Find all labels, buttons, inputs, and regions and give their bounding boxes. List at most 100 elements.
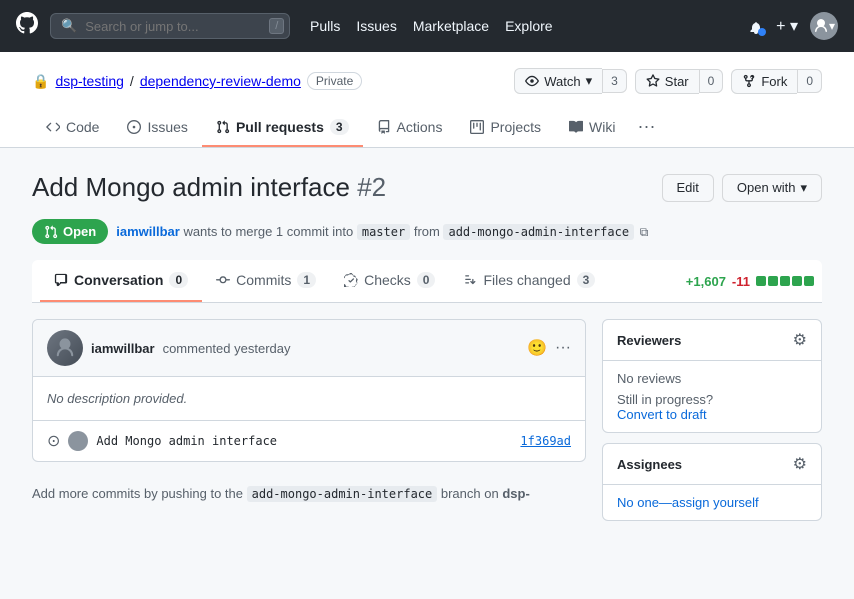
main-content: Add Mongo admin interface #2 Edit Open w… (0, 148, 854, 555)
tab-pull-requests[interactable]: Pull requests 3 (202, 109, 363, 147)
commit-author-avatar (68, 431, 88, 451)
pr-tab-checks[interactable]: Checks 0 (330, 260, 449, 302)
pr-tab-conversation-count: 0 (169, 272, 188, 288)
top-navigation: 🔍 / Pulls Issues Marketplace Explore + ▾… (0, 0, 854, 52)
diff-bar (756, 276, 814, 286)
pr-author-link[interactable]: iamwillbar (116, 224, 180, 239)
commit-message: Add Mongo admin interface (96, 434, 277, 448)
star-count[interactable]: 0 (699, 69, 724, 93)
reviewers-in-progress: Still in progress? Convert to draft (617, 392, 807, 422)
tab-issues-label: Issues (147, 119, 187, 135)
nav-pulls[interactable]: Pulls (310, 18, 340, 34)
nav-explore[interactable]: Explore (505, 18, 552, 34)
nav-right: + ▾ ▾ (748, 12, 838, 40)
pr-tab-files-count: 3 (577, 272, 596, 288)
pr-meta: iamwillbar wants to merge 1 commit into … (116, 224, 648, 240)
pr-main: iamwillbar commented yesterday 🙂 ··· No … (32, 319, 586, 531)
pr-tab-checks-label: Checks (364, 272, 411, 288)
pr-tab-files-changed[interactable]: Files changed 3 (449, 260, 609, 302)
footer-repo-strong: dsp- (502, 486, 529, 501)
open-with-button[interactable]: Open with ▾ (722, 174, 822, 202)
tab-actions[interactable]: Actions (363, 109, 457, 147)
notification-dot (758, 28, 766, 36)
tab-code-label: Code (66, 119, 99, 135)
assignees-gear-button[interactable]: ⚙ (793, 454, 807, 474)
watch-button[interactable]: Watch ▾ (514, 68, 602, 94)
slash-shortcut: / (269, 18, 284, 34)
assignees-label: Assignees (617, 457, 682, 472)
pr-sidebar: Reviewers ⚙ No reviews Still in progress… (602, 319, 822, 531)
repo-owner-link[interactable]: dsp-testing (55, 73, 123, 89)
tab-wiki[interactable]: Wiki (555, 109, 629, 147)
pr-base-branch: master (357, 224, 410, 240)
avatar[interactable]: ▾ (810, 12, 838, 40)
pr-status-row: Open iamwillbar wants to merge 1 commit … (32, 219, 822, 244)
star-button[interactable]: Star (635, 69, 699, 94)
additions-count: +1,607 (686, 274, 726, 289)
diff-seg-5 (804, 276, 814, 286)
edit-button[interactable]: Edit (662, 174, 714, 202)
tabs-more-button[interactable]: ··· (629, 106, 663, 147)
pr-open-badge: Open (32, 219, 108, 244)
pr-title: Add Mongo admin interface #2 (32, 172, 386, 203)
watch-count[interactable]: 3 (602, 69, 627, 93)
pr-footer-text: Add more commits by pushing to the add-m… (32, 474, 586, 513)
watch-label: Watch (544, 74, 580, 89)
lock-icon: 🔒 (32, 73, 49, 90)
pr-tab-commits-count: 1 (297, 272, 316, 288)
pr-title-actions: Edit Open with ▾ (662, 174, 822, 202)
commit-sha-link[interactable]: 1f369ad (520, 434, 571, 448)
fork-button[interactable]: Fork (731, 69, 797, 94)
comment-header: iamwillbar commented yesterday 🙂 ··· (33, 320, 585, 377)
open-with-dropdown-arrow: ▾ (800, 180, 807, 196)
assign-yourself-link[interactable]: No one—assign yourself (617, 495, 759, 510)
reviewers-header: Reviewers ⚙ (603, 320, 821, 361)
tab-code[interactable]: Code (32, 109, 113, 147)
pr-tab-commits-label: Commits (236, 272, 291, 288)
repo-header: 🔒 dsp-testing / dependency-review-demo P… (0, 52, 854, 148)
convert-to-draft-link[interactable]: Convert to draft (617, 407, 707, 422)
pr-number: #2 (357, 172, 386, 202)
deletions-count: -11 (732, 274, 750, 289)
comment-actions: 🙂 ··· (527, 338, 571, 358)
assignees-header: Assignees ⚙ (603, 444, 821, 485)
nav-links: Pulls Issues Marketplace Explore (310, 18, 553, 34)
github-logo[interactable] (16, 12, 38, 40)
watch-button-group: Watch ▾ 3 (514, 68, 627, 94)
pr-tab-files-label: Files changed (483, 272, 570, 288)
reviewers-gear-button[interactable]: ⚙ (793, 330, 807, 350)
comment-body-text: No description provided. (47, 391, 187, 406)
nav-issues[interactable]: Issues (356, 18, 396, 34)
diff-seg-4 (792, 276, 802, 286)
pr-tabs-bar: Conversation 0 Commits 1 Checks 0 Files … (32, 260, 822, 303)
nav-marketplace[interactable]: Marketplace (413, 18, 489, 34)
search-icon: 🔍 (61, 18, 77, 34)
fork-button-group: Fork 0 (731, 69, 822, 94)
repo-title-area: 🔒 dsp-testing / dependency-review-demo P… (32, 72, 362, 90)
pr-tab-commits[interactable]: Commits 1 (202, 260, 330, 302)
fork-label: Fork (761, 74, 787, 89)
tab-issues[interactable]: Issues (113, 109, 201, 147)
assignees-body: No one—assign yourself (603, 485, 821, 520)
search-input[interactable] (85, 19, 261, 34)
comment-body: No description provided. (33, 377, 585, 420)
diff-seg-1 (756, 276, 766, 286)
watch-dropdown-arrow: ▾ (586, 73, 593, 89)
copy-branch-icon[interactable]: ⧉ (640, 225, 649, 239)
fork-count[interactable]: 0 (797, 69, 822, 93)
pr-tab-conversation[interactable]: Conversation 0 (40, 260, 202, 302)
tab-projects-label: Projects (490, 119, 541, 135)
footer-branch-code: add-mongo-admin-interface (247, 486, 438, 502)
reviewers-section: Reviewers ⚙ No reviews Still in progress… (602, 319, 822, 433)
repo-name-link[interactable]: dependency-review-demo (140, 73, 301, 89)
tab-projects[interactable]: Projects (456, 109, 555, 147)
tab-wiki-label: Wiki (589, 119, 615, 135)
emoji-reaction-button[interactable]: 🙂 (527, 338, 547, 358)
create-menu-button[interactable]: + ▾ (776, 16, 798, 36)
search-bar[interactable]: 🔍 / (50, 13, 290, 39)
private-badge: Private (307, 72, 362, 90)
comment-more-button[interactable]: ··· (555, 339, 571, 357)
breadcrumb-slash: / (130, 73, 134, 89)
commenter-avatar (47, 330, 83, 366)
repo-tabs: Code Issues Pull requests 3 Actions Proj… (32, 106, 822, 147)
